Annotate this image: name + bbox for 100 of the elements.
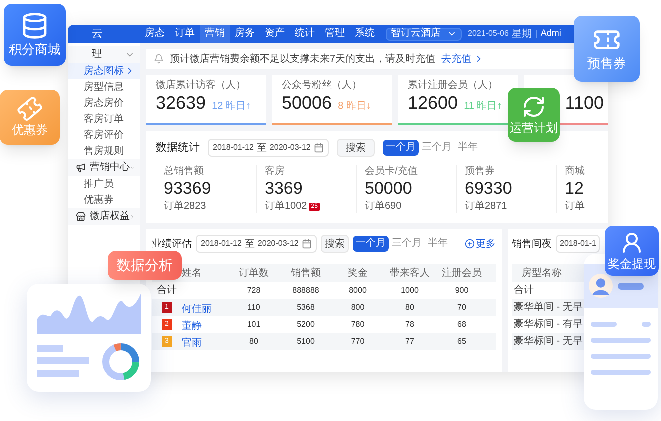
panel-title: 数据统计 <box>156 140 200 156</box>
sidebar-item[interactable]: 客房订单 <box>68 111 140 127</box>
placeholder-line <box>591 370 651 375</box>
avatar-icon <box>589 274 613 298</box>
search-button[interactable]: 搜索 <box>320 235 349 253</box>
table-cell-text: 5100 <box>296 336 316 348</box>
nav-tab[interactable]: 资产 <box>260 25 290 43</box>
staff-name-link[interactable]: 官雨 <box>182 338 202 348</box>
weekday-text: 星期 <box>512 28 532 42</box>
period-tab[interactable]: 半年 <box>454 140 481 156</box>
stat-delta: 12 昨日↑ <box>212 102 251 112</box>
store-select[interactable]: 智订云酒店 <box>386 28 462 40</box>
plus-circle-icon <box>465 239 475 249</box>
metric-label: 总销售额 <box>164 165 205 178</box>
stat-delta: 11 昨日↑ <box>464 102 502 112</box>
column-header: 奖金 <box>347 266 369 280</box>
metric-label: 客房 <box>265 165 286 178</box>
date-range-field[interactable]: 2018-01-12 至 2020-03-12 <box>208 139 329 157</box>
table-cell-text: 65 <box>456 336 468 348</box>
column-header: 房型名称 <box>522 266 562 280</box>
table-cell-text: 68 <box>456 318 468 330</box>
recharge-link[interactable]: 去充值 <box>442 52 484 66</box>
date-range-field[interactable]: 2018-01-12 至 2020-03-12 <box>196 235 317 253</box>
table-cell-text: 728 <box>246 284 262 296</box>
nav-tab[interactable]: 订单 <box>170 25 200 43</box>
table-cell-text: 5368 <box>296 302 316 314</box>
date-range-field[interactable]: 2018-01-1 <box>556 235 600 253</box>
badge-label: 积分商城 <box>9 42 61 58</box>
metric-value: 93369 <box>164 178 212 200</box>
table-cell-text: 80 <box>404 302 416 314</box>
refresh-icon <box>522 94 546 118</box>
table-cell-text: 77 <box>404 336 416 348</box>
order-count: 订单2823 <box>164 200 206 213</box>
megaphone-icon <box>76 162 86 172</box>
stat-value: 50006 <box>282 94 332 112</box>
nav-tab[interactable]: 房务 <box>230 25 260 43</box>
badge-label: 数据分析 <box>117 256 173 274</box>
table-cell-text: 豪华标间 - 有早 <box>514 318 583 332</box>
period-tab[interactable]: 一个月 <box>352 236 389 252</box>
period-tab[interactable]: 一个月 <box>382 140 419 156</box>
column-header: 带来客人 <box>389 266 431 280</box>
nav-tab[interactable]: 系统 <box>350 25 380 43</box>
staff-name-link[interactable]: 何佳丽 <box>182 304 212 314</box>
period-tab[interactable]: 半年 <box>424 236 451 252</box>
logo-text: 云 <box>92 26 104 42</box>
placeholder-line <box>618 282 644 290</box>
table-cell-text: 101 <box>246 318 262 330</box>
stat-value: 12600 <box>408 94 458 112</box>
period-tab[interactable]: 三个月 <box>388 236 425 252</box>
nav-tab[interactable]: 统计 <box>290 25 320 43</box>
table-cell-text: 80 <box>248 336 260 348</box>
nav-tab[interactable]: 管理 <box>320 25 350 43</box>
sidebar-group[interactable]: 营销中心 <box>68 159 140 176</box>
nav-tab[interactable]: 房态 <box>140 25 170 43</box>
table-cell-text: 770 <box>350 336 366 348</box>
more-link[interactable]: 更多 <box>465 236 496 252</box>
sidebar-group[interactable]: 理 <box>68 46 140 63</box>
badge-label: 奖金提现 <box>608 256 656 272</box>
metric-value: 12 <box>565 178 585 200</box>
metric-label: 商城 <box>565 165 586 178</box>
table-cell-text: 70 <box>456 302 468 314</box>
sidebar-item[interactable]: 房态图标 <box>68 63 140 79</box>
sidebar-item[interactable]: 客房评价 <box>68 127 140 143</box>
table-cell-text: 1000 <box>400 284 420 296</box>
sidebar-item[interactable]: 优惠券 <box>68 192 140 208</box>
stat-value: 32639 <box>156 94 206 112</box>
metric-label: 预售券 <box>465 165 496 178</box>
bar-drawing <box>37 345 91 379</box>
period-tab[interactable]: 三个月 <box>418 140 455 156</box>
sidebar-item[interactable]: 推广员 <box>68 176 140 192</box>
sidebar-group[interactable]: 微店权益 <box>68 208 140 225</box>
sidebar-item[interactable]: 房态房价 <box>68 95 140 111</box>
table-cell-text: 780 <box>350 318 366 330</box>
search-button[interactable]: 搜索 <box>336 139 375 157</box>
panel-title: 业绩评估 <box>152 238 192 252</box>
metric-value: 3369 <box>265 178 304 200</box>
order-count: 订单690 <box>365 200 402 213</box>
sidebar-item[interactable]: 售房规则 <box>68 143 140 159</box>
nav-tab[interactable]: 营销 <box>200 25 230 43</box>
column-header: 姓名 <box>182 266 203 280</box>
database-icon <box>21 12 49 40</box>
table-cell-text: 5200 <box>296 318 316 330</box>
staff-name-link[interactable]: 董静 <box>182 320 202 332</box>
calendar-icon <box>314 143 324 153</box>
placeholder-line <box>591 354 651 359</box>
stat-card: 微店累计访客（人） 32639 12 昨日↑ <box>146 75 266 125</box>
stat-value: 1100 <box>565 94 604 112</box>
calendar-icon <box>302 239 312 249</box>
badge-label: 优惠券 <box>12 123 48 138</box>
order-count: 订单1002 <box>265 200 308 213</box>
donut-chart-drawing <box>101 342 141 382</box>
table-cell-text: 合计 <box>514 284 534 298</box>
badge-label: 预售券 <box>588 56 626 72</box>
sidebar-item[interactable]: 房型信息 <box>68 79 140 95</box>
metric-value: 69330 <box>465 178 514 200</box>
table-cell-text: 110 <box>246 302 262 314</box>
table-cell-text: 合计 <box>157 284 177 298</box>
date-text: 2021-05-06 <box>468 28 509 40</box>
column-header: 订单数 <box>238 266 270 280</box>
order-count: 订单2871 <box>465 200 508 213</box>
